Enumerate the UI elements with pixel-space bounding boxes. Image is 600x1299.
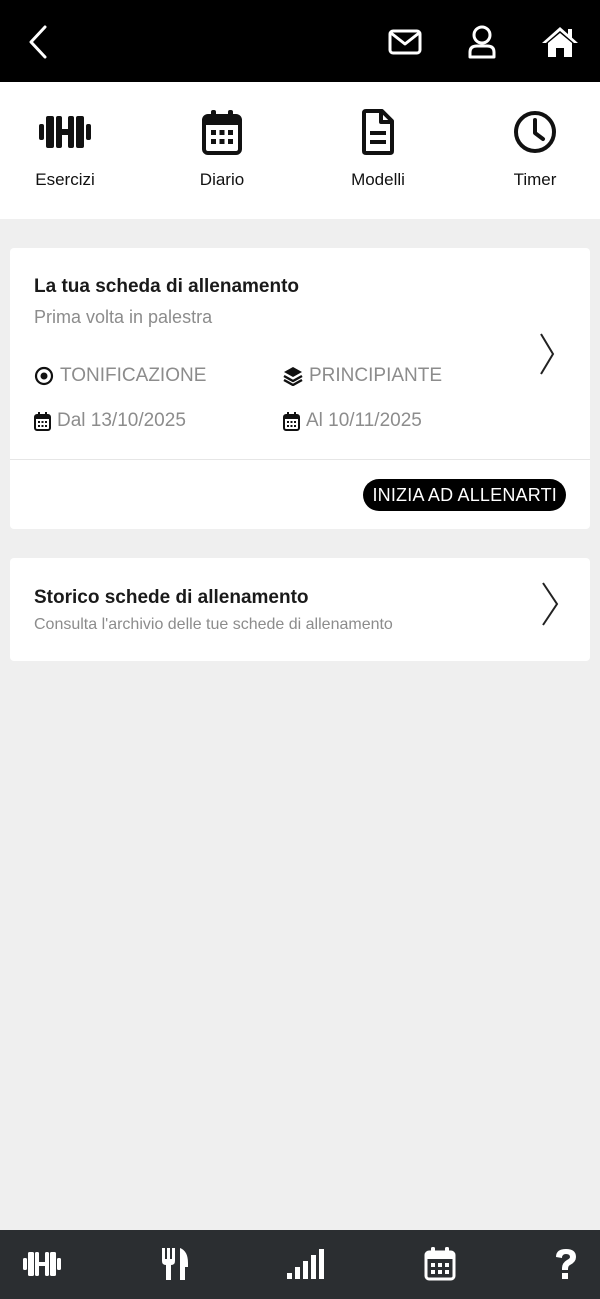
end-date-text: Al 10/11/2025: [306, 410, 422, 431]
messages-button[interactable]: [383, 20, 427, 64]
quicknav-label: Diario: [199, 170, 245, 189]
current-plan-card[interactable]: La tua scheda di allenamento Prima volta…: [10, 248, 590, 529]
card-subtitle: Consulta l'archivio delle tue schede di …: [34, 616, 393, 633]
quicknav-label: Esercizi: [35, 170, 95, 189]
clock-icon: [514, 111, 556, 153]
quicknav-item-esercizi[interactable]: Esercizi: [5, 106, 125, 190]
cutlery-icon: [162, 1248, 188, 1280]
home-button[interactable]: [538, 20, 582, 64]
calendar-icon: [202, 110, 242, 155]
quick-nav: Esercizi Diario Modelli Timer: [0, 82, 600, 219]
quicknav-item-timer[interactable]: Timer: [475, 106, 595, 190]
home-icon: [542, 27, 578, 57]
mail-icon: [388, 29, 422, 55]
card-divider: [10, 459, 590, 460]
start-date-meta: Dal 13/10/2025: [34, 410, 186, 432]
bottom-nav: [0, 1230, 600, 1299]
level-text: PRINCIPIANTE: [309, 365, 443, 386]
top-bar: [0, 0, 600, 82]
help-icon: [556, 1249, 576, 1279]
card-subtitle: Prima volta in palestra: [34, 307, 213, 327]
quicknav-label: Modelli: [351, 170, 405, 189]
back-icon: [29, 25, 47, 59]
calendar-icon: [424, 1247, 456, 1281]
card-title: Storico schede di allenamento: [34, 587, 309, 608]
layers-icon: [283, 367, 303, 386]
target-icon: [34, 366, 54, 386]
profile-button[interactable]: [460, 20, 504, 64]
quicknav-item-diario[interactable]: Diario: [162, 106, 282, 190]
level-meta: PRINCIPIANTE: [283, 365, 442, 387]
bottom-nav-help[interactable]: [536, 1242, 596, 1286]
signal-bars-icon: [287, 1249, 324, 1279]
document-icon: [362, 109, 394, 155]
bottom-nav-progress[interactable]: [275, 1242, 335, 1286]
start-date-text: Dal 13/10/2025: [57, 410, 186, 431]
end-date-meta: Al 10/11/2025: [283, 410, 422, 432]
bottom-nav-workout[interactable]: [12, 1242, 72, 1286]
chevron-right-icon[interactable]: [538, 332, 556, 376]
quicknav-item-modelli[interactable]: Modelli: [318, 106, 438, 190]
bottom-nav-calendar[interactable]: [410, 1242, 470, 1286]
plan-history-card[interactable]: Storico schede di allenamento Consulta l…: [10, 558, 590, 661]
bottom-nav-nutrition[interactable]: [145, 1242, 205, 1286]
calendar-icon: [283, 411, 300, 431]
dumbbell-icon: [39, 116, 91, 148]
goal-meta: TONIFICAZIONE: [34, 365, 206, 387]
calendar-icon: [34, 411, 51, 431]
dumbbell-icon: [23, 1252, 61, 1276]
card-title: La tua scheda di allenamento: [34, 276, 300, 297]
user-icon: [468, 25, 496, 59]
start-training-button[interactable]: INIZIA AD ALLENARTI: [363, 479, 566, 511]
goal-text: TONIFICAZIONE: [60, 365, 207, 386]
back-button[interactable]: [16, 20, 60, 64]
quicknav-label: Timer: [513, 170, 557, 189]
chevron-right-icon[interactable]: [540, 581, 560, 627]
